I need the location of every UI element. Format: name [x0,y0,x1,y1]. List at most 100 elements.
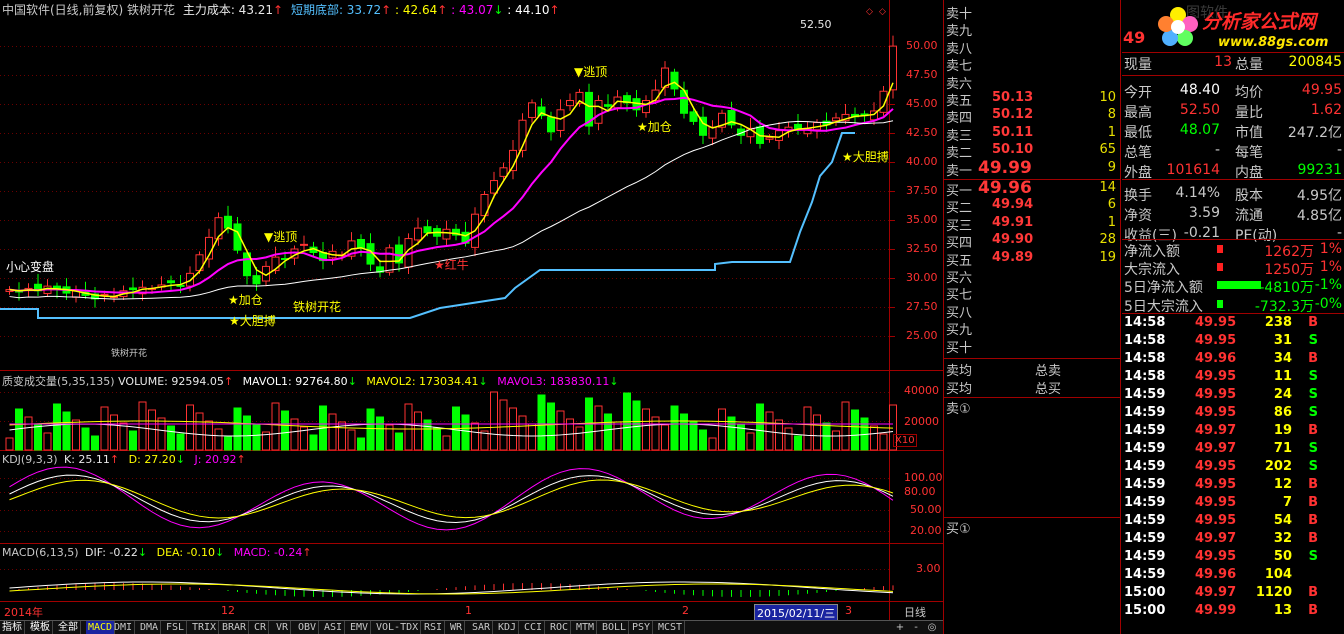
tick-row[interactable]: 14:58 49.95 238 B [1122,315,1344,333]
volume-bar [708,437,717,451]
quote-stat-value-2: 4.85亿 [1296,208,1342,224]
red-bull: ★红牛 [434,258,469,272]
indicator-tab[interactable]: OBV [296,621,320,634]
sell-level-label: 卖十 [946,7,973,22]
buy-level-row[interactable]: 买一 49.96 14 [946,178,1118,199]
indicator-tab[interactable]: SAR [470,621,494,634]
indicator-tab[interactable]: BRAR [220,621,250,634]
buy-level-row[interactable]: 买四 49.90 28 [946,232,1118,251]
tick-row[interactable]: 14:59 49.95 86 S [1122,405,1344,423]
indicator-tab[interactable]: 模板 [28,621,53,634]
tick-row[interactable]: 14:59 49.96 104 [1122,567,1344,585]
tick-row[interactable]: 14:59 49.95 50 S [1122,549,1344,567]
capital-flow-row: 5日净流入额 -4810万 -1% [1122,276,1344,296]
sell-level-label: 卖三 [946,128,973,144]
tick-row[interactable]: 14:59 49.95 7 B [1122,495,1344,513]
sell-level-row[interactable]: 卖五 50.13 10 [946,90,1118,109]
buy-level-label: 买三 [946,218,973,234]
indicator-tab[interactable]: FSL [164,621,188,634]
tick-row[interactable]: 14:59 49.97 32 B [1122,531,1344,549]
sell-level-row[interactable]: 卖三 50.11 1 [946,125,1118,144]
sell1-queue[interactable]: 卖① [944,397,1120,517]
tick-volume: 19 [1273,423,1292,438]
indicator-tab[interactable]: VR [274,621,292,634]
indicator-tab[interactable]: TRIX [190,621,220,634]
kline-chart-svg[interactable]: ◇ ◇ [0,0,943,620]
indicator-tab[interactable]: ASI [322,621,346,634]
tick-side: B [1308,531,1318,546]
sell-level-row[interactable]: 卖七 [946,55,1118,74]
buy-level-row[interactable]: 买八 [946,302,1118,321]
tick-row[interactable]: 14:58 49.95 11 S [1122,369,1344,387]
buy-level-row[interactable]: 买三 49.91 1 [946,215,1118,234]
indicator-tab[interactable]: CR [252,621,270,634]
candle-body [528,102,536,118]
tick-side: B [1308,603,1318,618]
volume-bar [680,413,688,451]
tick-row[interactable]: 14:59 49.95 54 B [1122,513,1344,531]
indicator-tab[interactable]: MCST [656,621,686,634]
tick-side: S [1308,405,1318,420]
candle-body [642,100,650,114]
tick-row[interactable]: 15:00 49.99 13 B [1122,603,1344,621]
sell-level-label: 卖八 [946,41,973,57]
buy-level-row[interactable]: 买九 [946,319,1118,338]
chart-area[interactable]: ◇ ◇ 中国软件(日线,前复权) 铁树开花 主力成本: 43.21↑ 短期底部: … [0,0,943,622]
sell-level-row[interactable]: 卖六 [946,73,1118,92]
sell-level-row[interactable]: 卖八 [946,38,1118,57]
indicator-tab[interactable]: 指标 [0,621,25,634]
sell-level-row[interactable]: 卖九 [946,20,1118,39]
tick-row[interactable]: 14:59 49.95 24 S [1122,387,1344,405]
zoom-control-button[interactable]: - [909,621,923,634]
buy-level-row[interactable]: 买五 49.89 19 [946,250,1118,269]
quote-stat-value: 4.14% [1175,185,1220,201]
sell-avg-label: 卖均 [946,364,973,379]
buy-level-row[interactable]: 买十 [946,337,1118,356]
sell-level-row[interactable]: 卖一 49.99 9 [946,158,1118,179]
tick-row[interactable]: 15:00 49.97 1120 B [1122,585,1344,603]
tick-side: S [1308,459,1318,474]
volume-bar [167,425,175,451]
tick-row[interactable]: 14:59 49.97 71 S [1122,441,1344,459]
tick-row[interactable]: 14:59 49.95 12 B [1122,477,1344,495]
kdj-indicator-name: KDJ(9,3,3) [2,453,58,466]
tick-row[interactable]: 14:59 49.95 202 S [1122,459,1344,477]
value-2: : 42.64 [395,3,438,17]
indicator-tab[interactable]: 全部 [56,621,81,634]
zoom-control-button[interactable]: ◎ [925,621,939,634]
buy-level-row[interactable]: 买六 [946,267,1118,286]
sell-level-row[interactable]: 卖四 50.12 8 [946,107,1118,126]
price-axis-label: 32.50 [906,242,938,255]
macd-header: MACD(6,13,5) DIF: -0.22↓ DEA: -0.10↓ MAC… [2,546,312,559]
sell-level-row[interactable]: 卖十 [946,3,1118,22]
indicator-tab[interactable]: EMV [348,621,372,634]
volume-bar [328,413,337,451]
volume-bar [575,426,584,451]
candle-body [594,100,603,124]
indicator-tab[interactable]: WR [448,621,466,634]
tick-row[interactable]: 14:58 49.96 34 B [1122,351,1344,369]
indicator-tab[interactable]: ROC [548,621,572,634]
indicator-tab[interactable]: MACD [86,621,116,634]
indicator-tab[interactable]: KDJ [496,621,520,634]
zoom-control-button[interactable]: + [893,621,907,634]
tick-side: S [1308,549,1318,564]
sell-level-row[interactable]: 卖二 50.10 65 [946,142,1118,161]
indicator-tab[interactable]: BOLL [600,621,630,634]
indicator-tab[interactable]: DMI [112,621,136,634]
indicator-tab[interactable]: VOL-TDX [374,621,422,634]
period-label[interactable]: 日线 [904,604,926,620]
buy1-queue[interactable]: 买① [944,517,1120,634]
volume-bar [34,424,42,451]
buy-level-row[interactable]: 买二 49.94 6 [946,197,1118,216]
buy-level-row[interactable]: 买七 [946,284,1118,303]
indicator-tab[interactable]: CCI [522,621,546,634]
tick-row[interactable]: 14:58 49.95 31 S [1122,333,1344,351]
indicator-tab[interactable]: DMA [138,621,162,634]
indicator-tab[interactable]: PSY [630,621,654,634]
indicator-tab[interactable]: MTM [574,621,598,634]
tick-row[interactable]: 14:59 49.97 19 B [1122,423,1344,441]
date-2: 2 [682,604,689,617]
indicator-tab[interactable]: RSI [422,621,446,634]
value-3: : 43.07 [451,3,494,17]
